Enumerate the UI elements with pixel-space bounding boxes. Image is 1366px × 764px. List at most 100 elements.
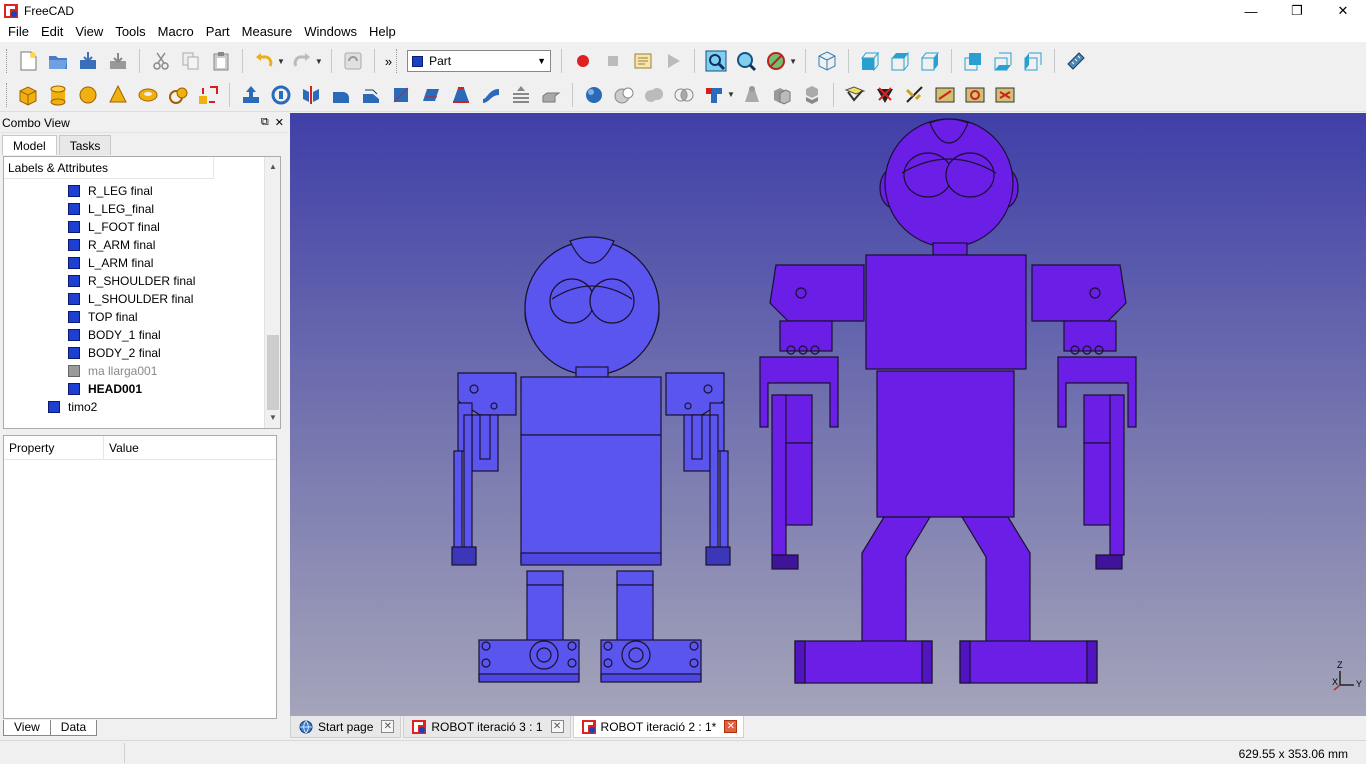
save-as-icon[interactable] <box>105 48 131 74</box>
menu-part[interactable]: Part <box>200 22 236 42</box>
tab-start-page[interactable]: Start page ✕ <box>290 716 402 738</box>
toolbar-overflow-icon[interactable]: » <box>385 54 392 69</box>
menu-tools[interactable]: Tools <box>109 22 151 42</box>
cut-boolean-icon[interactable] <box>611 82 637 108</box>
section-icon[interactable] <box>508 82 534 108</box>
tree-item[interactable]: R_SHOULDER final <box>68 272 195 290</box>
revolve-icon[interactable] <box>268 82 294 108</box>
undock-icon[interactable]: ⧉ <box>261 116 269 129</box>
toolbar-grip[interactable] <box>6 49 9 73</box>
defeaturing-icon[interactable] <box>872 82 898 108</box>
menu-view[interactable]: View <box>69 22 109 42</box>
chamfer-icon[interactable] <box>358 82 384 108</box>
cut-icon[interactable] <box>148 48 174 74</box>
tree-item[interactable]: L_FOOT final <box>68 218 160 236</box>
fillet-icon[interactable] <box>328 82 354 108</box>
undo-dropdown-icon[interactable]: ▼ <box>277 57 285 66</box>
front-view-icon[interactable] <box>857 48 883 74</box>
close-tab-icon[interactable]: ✕ <box>381 720 395 733</box>
tree-item[interactable]: ma llarga001 <box>68 362 157 380</box>
measure-linear-icon[interactable] <box>902 82 928 108</box>
check-geometry-icon[interactable] <box>842 82 868 108</box>
tree-item[interactable]: L_LEG_final <box>68 200 154 218</box>
measure-distance-icon[interactable] <box>1063 48 1089 74</box>
measure-clear-icon[interactable] <box>992 82 1018 108</box>
minimize-button[interactable]: — <box>1228 0 1274 22</box>
tree-item[interactable]: L_SHOULDER final <box>68 290 193 308</box>
measure-refresh-icon[interactable] <box>962 82 988 108</box>
top-view-icon[interactable] <box>887 48 913 74</box>
paste-icon[interactable] <box>208 48 234 74</box>
left-view-icon[interactable] <box>1020 48 1046 74</box>
fit-selection-icon[interactable] <box>733 48 759 74</box>
property-view[interactable]: Property Value <box>3 435 277 719</box>
robot-model-render[interactable]: Z X Y <box>290 113 1366 716</box>
redo-dropdown-icon[interactable]: ▼ <box>315 57 323 66</box>
shape-builder-icon[interactable] <box>739 82 765 108</box>
run-macro-icon[interactable] <box>660 48 686 74</box>
tree-item[interactable]: R_LEG final <box>68 182 153 200</box>
tree-header[interactable]: Labels & Attributes <box>4 157 214 179</box>
scroll-down-icon[interactable]: ▼ <box>265 410 280 426</box>
record-macro-icon[interactable] <box>570 48 596 74</box>
boolean-icon[interactable] <box>581 82 607 108</box>
draw-style-icon[interactable] <box>763 48 789 74</box>
isometric-view-icon[interactable] <box>814 48 840 74</box>
close-tab-icon[interactable]: ✕ <box>724 720 738 733</box>
cylinder-icon[interactable] <box>45 82 71 108</box>
sweep-icon[interactable] <box>478 82 504 108</box>
menu-macro[interactable]: Macro <box>152 22 200 42</box>
make-face-icon[interactable] <box>388 82 414 108</box>
tab-data[interactable]: Data <box>49 720 98 736</box>
ruled-surface-icon[interactable] <box>418 82 444 108</box>
tree-item[interactable]: HEAD001 <box>68 380 142 398</box>
menu-help[interactable]: Help <box>363 22 402 42</box>
tree-item[interactable]: L_ARM final <box>68 254 153 272</box>
primitives-icon[interactable] <box>195 82 221 108</box>
mirror-icon[interactable] <box>298 82 324 108</box>
cone-icon[interactable] <box>105 82 131 108</box>
redo-icon[interactable] <box>289 48 315 74</box>
tree-item[interactable]: BODY_1 final <box>68 326 161 344</box>
refresh-icon[interactable] <box>340 48 366 74</box>
tree-item[interactable]: timo2 <box>48 398 97 416</box>
tab-tasks[interactable]: Tasks <box>58 135 112 155</box>
undo-icon[interactable] <box>251 48 277 74</box>
extrude-icon[interactable] <box>238 82 264 108</box>
menu-measure[interactable]: Measure <box>236 22 299 42</box>
menu-edit[interactable]: Edit <box>35 22 69 42</box>
tab-view[interactable]: View <box>3 720 51 736</box>
value-column-header[interactable]: Value <box>104 436 139 459</box>
close-window-button[interactable]: ✕ <box>1320 0 1366 22</box>
property-column-header[interactable]: Property <box>4 436 104 459</box>
tree-item[interactable]: TOP final <box>68 308 138 326</box>
workbench-selector[interactable]: Part ▼ <box>407 50 552 72</box>
tube-icon[interactable] <box>165 82 191 108</box>
fit-all-icon[interactable] <box>703 48 729 74</box>
tab-robot-iteracio-2[interactable]: ROBOT iteració 2 : 1* ✕ <box>572 716 745 738</box>
measure-angular-icon[interactable] <box>932 82 958 108</box>
explode-compound-icon[interactable] <box>799 82 825 108</box>
scroll-thumb[interactable] <box>267 335 279 410</box>
close-panel-icon[interactable]: ✕ <box>275 116 284 129</box>
restore-button[interactable]: ❐ <box>1274 0 1320 22</box>
stop-macro-icon[interactable] <box>600 48 626 74</box>
cube-icon[interactable] <box>15 82 41 108</box>
loft-icon[interactable] <box>448 82 474 108</box>
menu-windows[interactable]: Windows <box>298 22 363 42</box>
tree-item[interactable]: R_ARM final <box>68 236 155 254</box>
tab-robot-iteracio-3[interactable]: ROBOT iteració 3 : 1 ✕ <box>403 716 571 738</box>
tree-scrollbar[interactable]: ▲ ▼ <box>264 157 280 428</box>
close-tab-icon[interactable]: ✕ <box>550 720 564 733</box>
sphere-icon[interactable] <box>75 82 101 108</box>
copy-icon[interactable] <box>178 48 204 74</box>
draw-style-dropdown-icon[interactable]: ▼ <box>789 57 797 66</box>
right-view-icon[interactable] <box>917 48 943 74</box>
new-document-icon[interactable] <box>15 48 41 74</box>
cross-sections-icon[interactable] <box>538 82 564 108</box>
scroll-up-icon[interactable]: ▲ <box>265 159 280 175</box>
bottom-view-icon[interactable] <box>990 48 1016 74</box>
rear-view-icon[interactable] <box>960 48 986 74</box>
join-dropdown-icon[interactable]: ▼ <box>727 90 735 99</box>
fuse-icon[interactable] <box>641 82 667 108</box>
